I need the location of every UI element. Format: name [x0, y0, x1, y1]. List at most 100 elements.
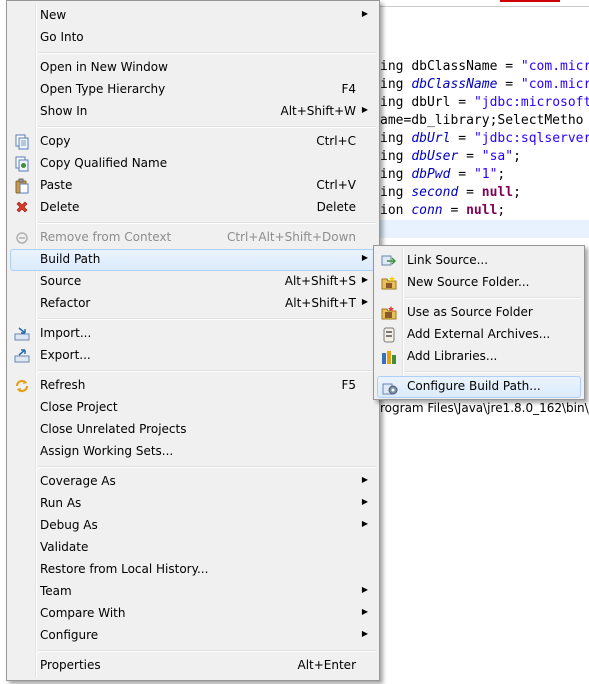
menu-item-label: Import...	[40, 326, 92, 340]
code-token: "jdbc:microsoft	[473, 95, 589, 110]
menu-item-close-unrelated-projects[interactable]: Close Unrelated Projects	[10, 419, 376, 441]
menu-item-coverage-as[interactable]: Coverage As ▶	[10, 471, 376, 493]
menu-item-label: Refactor	[40, 296, 91, 310]
menu-item-run-as[interactable]: Run As ▶	[10, 493, 376, 515]
menu-item-label: Compare With	[40, 606, 126, 620]
code-token: ;	[497, 203, 506, 218]
submenu-item-use-as-source-folder[interactable]: Use as Source Folder	[377, 302, 581, 324]
menu-item-remove-from-context[interactable]: Remove from Context Ctrl+Alt+Shift+Down	[10, 227, 376, 249]
code-token: ;	[513, 185, 521, 200]
submenu-item-new-source-folder[interactable]: New Source Folder...	[377, 272, 581, 294]
menu-item-compare-with[interactable]: Compare With ▶	[10, 603, 376, 625]
menu-item-build-path[interactable]: Build Path ▶	[10, 249, 376, 271]
code-token: ;	[513, 149, 521, 164]
code-line: ing dbUrl = "jdbc:microsoft	[380, 94, 589, 112]
console-output-line: rogram Files\Java\jre1.8.0_162\bin\j	[380, 401, 589, 415]
menu-item-copy[interactable]: Copy Ctrl+C	[10, 131, 376, 153]
shortcut-label: Delete	[316, 200, 356, 214]
code-token: ;	[497, 167, 506, 182]
code-token: ing	[380, 185, 412, 200]
menu-item-show-in[interactable]: Show In Alt+Shift+W ▶	[10, 101, 376, 123]
menu-separator	[405, 297, 581, 299]
menu-item-label: Build Path	[40, 252, 101, 266]
code-token: ing	[380, 149, 412, 164]
menu-item-copy-qualified-name[interactable]: Copy Qualified Name	[10, 153, 376, 175]
shortcut-label: Ctrl+V	[316, 178, 356, 192]
menu-item-validate[interactable]: Validate	[10, 537, 376, 559]
menu-item-debug-as[interactable]: Debug As ▶	[10, 515, 376, 537]
code-line: ing dbClassName = "com.micr	[380, 58, 589, 76]
code-token: dbClassName =	[411, 59, 521, 74]
menu-item-team[interactable]: Team ▶	[10, 581, 376, 603]
submenu-arrow-icon: ▶	[361, 9, 368, 18]
menu-item-label: Show In	[40, 104, 88, 118]
code-token: null	[466, 203, 498, 218]
code-token: dbUrl =	[411, 95, 474, 110]
code-token: dbClassName	[411, 77, 498, 92]
menu-item-refresh[interactable]: Refresh F5	[10, 375, 376, 397]
menu-item-label: Source	[40, 274, 82, 288]
paste-icon	[14, 178, 30, 194]
menu-item-label: Run As	[40, 496, 82, 510]
menu-item-label: New	[40, 8, 67, 22]
code-token: "1"	[473, 167, 498, 182]
menu-item-close-project[interactable]: Close Project	[10, 397, 376, 419]
menu-item-configure[interactable]: Configure ▶	[10, 625, 376, 647]
link-source-icon	[381, 253, 397, 269]
menu-item-label: Close Project	[40, 400, 118, 414]
menu-item-label: Configure	[40, 628, 99, 642]
menu-item-label: Export...	[40, 348, 91, 362]
menu-item-label: Restore from Local History...	[40, 562, 209, 576]
menu-separator	[38, 650, 376, 652]
submenu-item-configure-build-path[interactable]: Configure Build Path...	[377, 376, 581, 398]
add-external-archives-icon	[381, 327, 397, 343]
menu-item-import[interactable]: Import...	[10, 323, 376, 345]
menu-separator	[38, 222, 376, 224]
menu-separator	[38, 370, 376, 372]
code-token: ame=db_library;SelectMetho	[380, 113, 584, 128]
submenu-item-add-libraries[interactable]: Add Libraries...	[377, 346, 581, 368]
menu-item-label: Paste	[40, 178, 73, 192]
code-token: dbUser	[411, 149, 459, 164]
context-menu: New ▶ Go Into Open in New Window Open Type H…	[6, 0, 380, 681]
menu-item-go-into[interactable]: Go Into	[10, 27, 376, 49]
menu-item-label: Properties	[40, 658, 101, 672]
export-icon	[14, 348, 30, 364]
menu-item-restore-from-local-history[interactable]: Restore from Local History...	[10, 559, 376, 581]
menu-item-paste[interactable]: Paste Ctrl+V	[10, 175, 376, 197]
menu-item-label: Configure Build Path...	[407, 379, 541, 393]
menu-separator	[38, 318, 376, 320]
menu-item-label: Add Libraries...	[407, 349, 498, 363]
shortcut-label: Ctrl+Alt+Shift+Down	[226, 230, 356, 244]
code-token: ing	[380, 95, 412, 110]
menu-item-export[interactable]: Export...	[10, 345, 376, 367]
menu-item-open-type-hierarchy[interactable]: Open Type Hierarchy F4	[10, 79, 376, 101]
code-line: ion conn = null;	[380, 202, 505, 220]
menu-item-label: Coverage As	[40, 474, 116, 488]
menu-item-delete[interactable]: Delete Delete	[10, 197, 376, 219]
menu-item-assign-working-sets[interactable]: Assign Working Sets...	[10, 441, 376, 463]
submenu-arrow-icon: ▶	[361, 585, 368, 594]
menu-item-properties[interactable]: Properties Alt+Enter	[10, 655, 376, 677]
submenu-arrow-icon: ▶	[361, 475, 368, 484]
submenu-item-add-external-archives[interactable]: Add External Archives...	[377, 324, 581, 346]
menu-item-label: Go Into	[40, 30, 84, 44]
shortcut-label: Alt+Shift+T	[285, 296, 356, 310]
remove-from-context-icon	[14, 230, 30, 246]
copy-qualified-name-icon	[14, 156, 30, 172]
menu-item-label: Refresh	[40, 378, 86, 392]
menu-item-source[interactable]: Source Alt+Shift+S ▶	[10, 271, 376, 293]
submenu-arrow-icon: ▶	[361, 105, 368, 114]
submenu-item-link-source[interactable]: Link Source...	[377, 250, 581, 272]
menu-item-open-in-new-window[interactable]: Open in New Window	[10, 57, 376, 79]
menu-item-new[interactable]: New ▶	[10, 5, 376, 27]
menu-item-refactor[interactable]: Refactor Alt+Shift+T ▶	[10, 293, 376, 315]
menu-item-label: Delete	[40, 200, 80, 214]
code-token: ing	[380, 131, 412, 146]
shortcut-label: F4	[341, 82, 356, 96]
code-token: =	[458, 149, 482, 164]
submenu-arrow-icon: ▶	[361, 275, 368, 284]
menu-item-label: Open in New Window	[40, 60, 168, 74]
menu-item-label: Add External Archives...	[407, 327, 551, 341]
code-token: dbUrl	[411, 131, 451, 146]
